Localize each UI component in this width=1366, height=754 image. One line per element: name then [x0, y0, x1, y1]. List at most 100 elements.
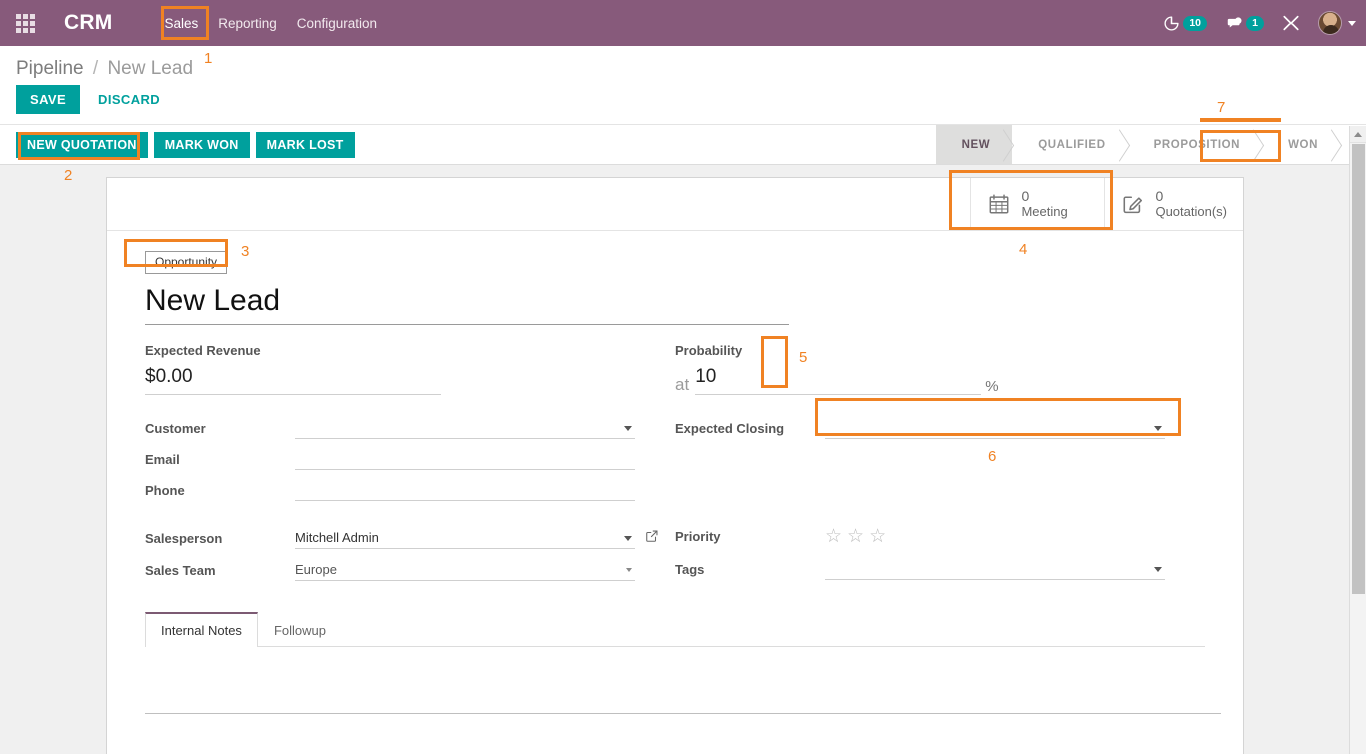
- expected-closing-field-row: Expected Closing: [675, 417, 1205, 439]
- messages-count-badge: 1: [1246, 16, 1264, 31]
- email-input[interactable]: [295, 448, 635, 470]
- tab-internal-notes[interactable]: Internal Notes: [145, 612, 258, 647]
- mark-lost-button[interactable]: MARK LOST: [256, 132, 355, 158]
- sheet-wrapper: 0 Meeting 0 Quotation(s): [0, 177, 1366, 754]
- app-root: CRM Sales Reporting Configuration 10 1: [0, 0, 1366, 754]
- salesperson-group: Salesperson: [145, 527, 675, 581]
- app-brand-crm[interactable]: CRM: [64, 11, 112, 35]
- expected-closing-label: Expected Closing: [675, 421, 825, 436]
- action-buttons: NEW QUOTATION MARK WON MARK LOST: [0, 125, 355, 164]
- apps-grid-icon: [16, 14, 35, 33]
- discard-button[interactable]: DISCARD: [88, 85, 170, 114]
- scroll-up-button[interactable]: [1350, 126, 1366, 143]
- priority-star-2[interactable]: ☆: [847, 527, 864, 546]
- wrench-screwdriver-icon: [1282, 14, 1300, 32]
- stat-meeting-label: Meeting: [1021, 205, 1067, 220]
- notebook-tabs: Internal Notes Followup: [145, 611, 1205, 647]
- probability-percent-suffix: %: [985, 378, 998, 395]
- avatar: [1318, 11, 1342, 35]
- notes-divider: [145, 713, 1221, 714]
- stage-proposition[interactable]: PROPOSITION: [1128, 125, 1262, 164]
- stat-button-meeting[interactable]: 0 Meeting: [970, 178, 1104, 230]
- priority-tags-group: Priority ☆ ☆ ☆ Tags: [675, 527, 1205, 581]
- priority-star-3[interactable]: ☆: [869, 527, 886, 546]
- email-field-row: Email: [145, 448, 675, 470]
- mark-won-button[interactable]: MARK WON: [154, 132, 250, 158]
- debug-menu[interactable]: [1282, 14, 1300, 32]
- activities-menu[interactable]: 10: [1163, 15, 1207, 32]
- save-button[interactable]: SAVE: [16, 85, 80, 114]
- stat-button-box: 0 Meeting 0 Quotation(s): [107, 178, 1243, 231]
- salesperson-external-link-button[interactable]: [645, 529, 659, 548]
- new-quotation-button[interactable]: NEW QUOTATION: [16, 132, 148, 158]
- probability-prefix: at: [675, 375, 689, 395]
- stage-qualified[interactable]: QUALIFIED: [1012, 125, 1127, 164]
- breadcrumb-pipeline[interactable]: Pipeline: [16, 58, 84, 79]
- menu-item-sales[interactable]: Sales: [154, 10, 208, 37]
- statusbar-row: NEW QUOTATION MARK WON MARK LOST NEW QUA…: [0, 125, 1366, 165]
- priority-stars: ☆ ☆ ☆: [825, 527, 886, 546]
- stat-button-quotations[interactable]: 0 Quotation(s): [1104, 178, 1243, 230]
- internal-notes-area[interactable]: [107, 647, 1243, 754]
- tags-input[interactable]: [825, 558, 1165, 580]
- phone-input[interactable]: [295, 479, 635, 501]
- user-menu[interactable]: [1318, 11, 1356, 35]
- chevron-down-icon: [1348, 21, 1356, 26]
- pipeline-stages: NEW QUALIFIED PROPOSITION WON: [936, 125, 1366, 164]
- salesperson-priority-row: Salesperson: [145, 527, 1205, 581]
- customer-closing-row: Customer Email: [145, 417, 1205, 501]
- sales-team-input[interactable]: [295, 559, 635, 581]
- control-panel: Pipeline / New Lead SAVE DISCARD 1 / 11 …: [0, 46, 1366, 125]
- triangle-up-icon: [1354, 132, 1362, 137]
- clock-icon: [1163, 15, 1180, 32]
- customer-group: Customer Email: [145, 417, 675, 501]
- breadcrumb-current: New Lead: [107, 58, 193, 79]
- expected-closing-input[interactable]: [825, 417, 1165, 439]
- opportunity-title-input[interactable]: [145, 282, 789, 325]
- messages-menu[interactable]: 1: [1225, 15, 1264, 32]
- customer-input[interactable]: [295, 417, 635, 439]
- priority-star-1[interactable]: ☆: [825, 527, 842, 546]
- stat-quotation-label: Quotation(s): [1155, 205, 1227, 220]
- expected-revenue-group: Expected Revenue: [145, 343, 675, 395]
- stat-quotation-count: 0: [1155, 188, 1227, 204]
- expected-closing-group: Expected Closing: [675, 417, 1205, 501]
- expected-revenue-input[interactable]: [145, 364, 441, 395]
- probability-group: Probability at %: [675, 343, 1205, 395]
- breadcrumb: Pipeline / New Lead: [0, 46, 1366, 80]
- salesperson-field-row: Salesperson: [145, 527, 675, 549]
- vertical-scrollbar[interactable]: [1349, 126, 1366, 754]
- priority-field-row: Priority ☆ ☆ ☆: [675, 527, 1205, 546]
- stage-won[interactable]: WON: [1262, 125, 1340, 164]
- customer-field-row: Customer: [145, 417, 675, 439]
- tags-field-row: Tags: [675, 558, 1205, 580]
- email-label: Email: [145, 452, 295, 467]
- scrollbar-thumb[interactable]: [1352, 144, 1365, 594]
- chat-bubble-icon: [1225, 15, 1243, 32]
- navbar-right-tools: 10 1: [1163, 0, 1356, 46]
- customer-label: Customer: [145, 421, 295, 436]
- activities-count-badge: 10: [1183, 16, 1207, 31]
- form-page: 0 Meeting 0 Quotation(s): [0, 165, 1366, 754]
- breadcrumb-separator: /: [93, 58, 98, 79]
- phone-label: Phone: [145, 483, 295, 498]
- menu-item-configuration[interactable]: Configuration: [287, 10, 387, 37]
- apps-menu-icon[interactable]: [8, 0, 42, 46]
- salesperson-input[interactable]: [295, 527, 635, 549]
- stage-new[interactable]: NEW: [936, 125, 1013, 164]
- phone-field-row: Phone: [145, 479, 675, 501]
- sales-team-field-row: Sales Team: [145, 559, 675, 581]
- tags-label: Tags: [675, 562, 825, 577]
- tab-followup[interactable]: Followup: [258, 613, 342, 647]
- priority-label: Priority: [675, 529, 825, 544]
- calendar-icon: [987, 193, 1011, 215]
- title-row: [145, 282, 1205, 325]
- main-menu: Sales Reporting Configuration: [154, 0, 387, 46]
- external-link-icon: [645, 529, 659, 543]
- expected-revenue-label: Expected Revenue: [145, 343, 675, 358]
- menu-item-reporting[interactable]: Reporting: [208, 10, 287, 37]
- probability-input[interactable]: [695, 364, 981, 395]
- pencil-square-icon: [1121, 193, 1145, 215]
- form-body: Opportunity Expected Revenue: [107, 231, 1243, 581]
- top-navbar: CRM Sales Reporting Configuration 10 1: [0, 0, 1366, 46]
